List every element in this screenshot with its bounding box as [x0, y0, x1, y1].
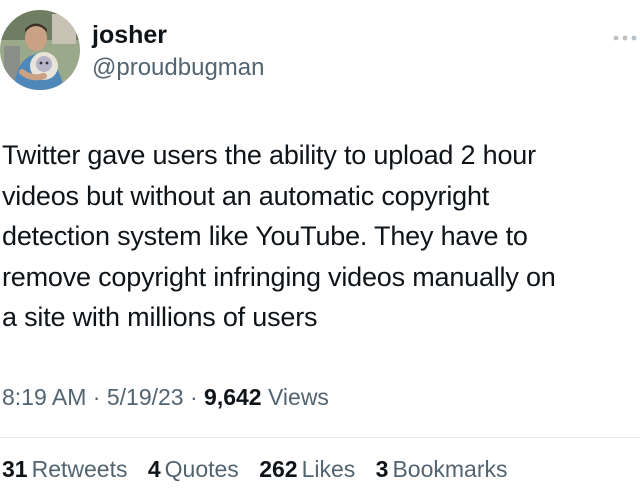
bookmarks-stat[interactable]: 3 Bookmarks: [376, 453, 508, 485]
tweet-text-line: remove copyright infringing videos manua…: [2, 261, 556, 292]
tweet-text-line: a site with millions of users: [2, 302, 318, 332]
quotes-count: 4: [147, 456, 161, 482]
tweet: josher @proudbugman Twitter gave users t…: [0, 0, 640, 498]
meta-separator: ·: [92, 384, 101, 410]
views-label: Views: [268, 384, 329, 410]
tweet-date[interactable]: 5/19/23: [107, 384, 184, 410]
quotes-stat[interactable]: 4 Quotes: [148, 453, 239, 485]
avatar[interactable]: [0, 10, 80, 90]
retweets-label: Retweets: [31, 456, 128, 482]
likes-stat[interactable]: 262 Likes: [259, 453, 355, 485]
quotes-label: Quotes: [164, 456, 239, 482]
bookmarks-count: 3: [375, 456, 389, 482]
retweets-stat[interactable]: 31 Retweets: [2, 453, 127, 485]
tweet-text-line: Twitter gave users the ability to upload…: [2, 140, 536, 170]
likes-label: Likes: [301, 456, 356, 482]
display-name[interactable]: josher: [92, 20, 167, 50]
tweet-text: Twitter gave users the ability to upload…: [2, 135, 636, 338]
divider: [0, 437, 640, 438]
user-handle[interactable]: @proudbugman: [92, 53, 264, 83]
engagement-stats: 31 Retweets 4 Quotes 262 Likes 3 Bookmarks: [2, 453, 522, 485]
tweet-meta: 8:19 AM · 5/19/23 · 9,642 Views: [2, 381, 329, 413]
tweet-text-line: videos but without an automatic copyrigh…: [2, 180, 490, 211]
meta-separator: ·: [189, 384, 198, 410]
retweets-count: 31: [2, 456, 28, 482]
bookmarks-label: Bookmarks: [392, 456, 508, 482]
views-count: 9,642: [204, 384, 262, 410]
likes-count: 262: [259, 456, 298, 482]
tweet-text-line: detection system like YouTube. They have…: [2, 221, 528, 251]
avatar-image: [0, 10, 80, 90]
more-horizontal-icon[interactable]: [612, 34, 638, 42]
tweet-time[interactable]: 8:19 AM: [2, 384, 86, 410]
